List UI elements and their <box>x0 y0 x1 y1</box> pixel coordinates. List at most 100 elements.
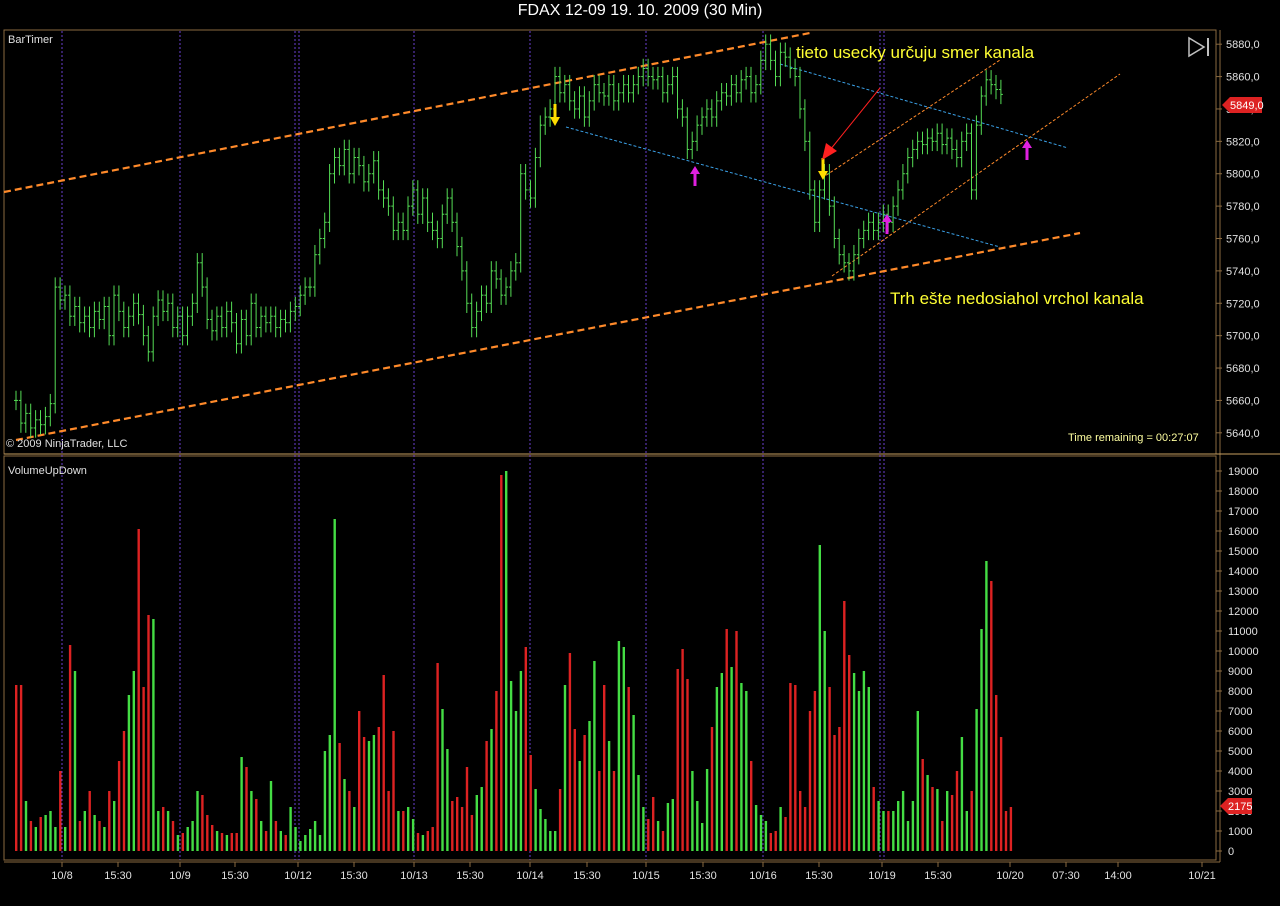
volume-bar <box>789 683 792 851</box>
price-bar <box>67 285 72 326</box>
price-bar <box>278 309 283 338</box>
price-bar <box>219 306 224 338</box>
price-bar <box>758 50 763 95</box>
volume-bar <box>416 833 420 851</box>
volume-bar <box>377 727 380 851</box>
price-bar <box>680 99 685 127</box>
volume-bar <box>402 811 405 851</box>
x-tick-label: 10/12 <box>284 870 312 882</box>
price-bar <box>371 151 376 184</box>
volume-bar <box>245 767 248 851</box>
price-bar <box>935 123 940 152</box>
bartimer-label: BarTimer <box>8 34 53 46</box>
volume-bar <box>857 691 861 851</box>
volume-bar <box>627 687 630 851</box>
x-tick-label: 15:30 <box>456 870 484 882</box>
price-bar <box>239 309 244 354</box>
x-tick-label: 10/16 <box>749 870 777 882</box>
volume-bar <box>353 807 356 851</box>
volume-bar <box>558 789 562 851</box>
volume-tick-label: 9000 <box>1228 666 1252 678</box>
volume-bar <box>877 801 880 851</box>
x-tick-label: 15:30 <box>104 870 132 882</box>
volume-bar <box>157 811 160 851</box>
price-bar <box>92 301 97 338</box>
price-bar <box>812 180 817 233</box>
price-bar <box>548 99 553 127</box>
price-bar <box>508 261 513 297</box>
x-tick-label: 10/13 <box>400 870 428 882</box>
volume-bar <box>313 821 317 851</box>
price-bar <box>273 306 278 338</box>
price-bar <box>856 228 861 265</box>
volume-bar <box>1004 811 1008 851</box>
price-bar <box>303 277 308 305</box>
volume-bar <box>289 807 292 851</box>
price-bar <box>871 212 876 241</box>
price-bar <box>396 212 401 241</box>
price-bar <box>964 123 969 152</box>
volume-bar <box>686 679 689 851</box>
price-bar <box>557 66 562 103</box>
volume-bar <box>426 831 429 851</box>
price-bar <box>415 180 420 224</box>
volume-bar <box>83 811 86 851</box>
volume-tick-label: 10000 <box>1228 646 1259 658</box>
volume-bar <box>750 761 753 851</box>
price-bar <box>327 164 332 233</box>
volume-bar <box>235 833 238 851</box>
volume-bar <box>382 675 385 851</box>
price-bar <box>48 393 53 427</box>
volume-bar <box>647 819 650 851</box>
volume-bar <box>818 545 821 851</box>
volume-bar <box>260 821 263 851</box>
price-bar <box>513 253 518 281</box>
price-bar <box>920 131 925 155</box>
volume-bar <box>671 799 674 851</box>
volume-bar <box>49 811 52 851</box>
volume-bar <box>436 663 439 851</box>
magenta-up-arrow-3 <box>1022 140 1032 160</box>
volume-bar <box>117 761 121 851</box>
volume-tick-label: 3000 <box>1228 786 1252 798</box>
volume-bar <box>475 795 478 851</box>
volume-bar <box>309 829 312 851</box>
price-bar <box>940 123 945 155</box>
blue-trend-lower <box>565 126 1001 248</box>
price-bar <box>63 285 67 310</box>
volume-bar <box>59 771 62 851</box>
current-price-value: 5849,0 <box>1230 100 1264 112</box>
price-bar <box>783 42 788 67</box>
price-bar <box>837 228 842 265</box>
volume-bar <box>328 735 331 851</box>
volume-bar <box>348 791 351 851</box>
price-bar <box>474 301 479 338</box>
price-bar <box>655 66 660 90</box>
volume-bar <box>642 807 645 851</box>
price-bar <box>337 147 342 176</box>
price-bar <box>714 91 719 127</box>
price-bar <box>994 74 998 100</box>
yellow-down-arrow-2 <box>818 158 828 180</box>
volume-bar <box>181 833 184 851</box>
volume-bar <box>68 645 72 851</box>
price-bar <box>317 228 322 265</box>
play-step-icon[interactable] <box>1188 36 1209 58</box>
price-bar <box>361 155 366 192</box>
volume-bar <box>152 619 155 851</box>
price-bar <box>28 403 33 438</box>
price-bar <box>636 66 641 95</box>
price-bar <box>631 74 636 103</box>
volume-bar <box>294 827 297 851</box>
volume-bar <box>544 819 547 851</box>
volume-bar <box>88 791 91 851</box>
volume-bar <box>715 687 719 851</box>
volume-panel-label: VolumeUpDown <box>8 465 87 477</box>
price-bar <box>107 296 112 346</box>
volume-bar <box>661 831 665 851</box>
price-bar <box>210 309 214 341</box>
volume-bar <box>211 825 214 851</box>
chart-canvas[interactable]: 5880,05860,05840,05820,05800,05780,05760… <box>0 0 1280 906</box>
volume-bar <box>122 731 126 851</box>
price-bar <box>102 296 107 330</box>
